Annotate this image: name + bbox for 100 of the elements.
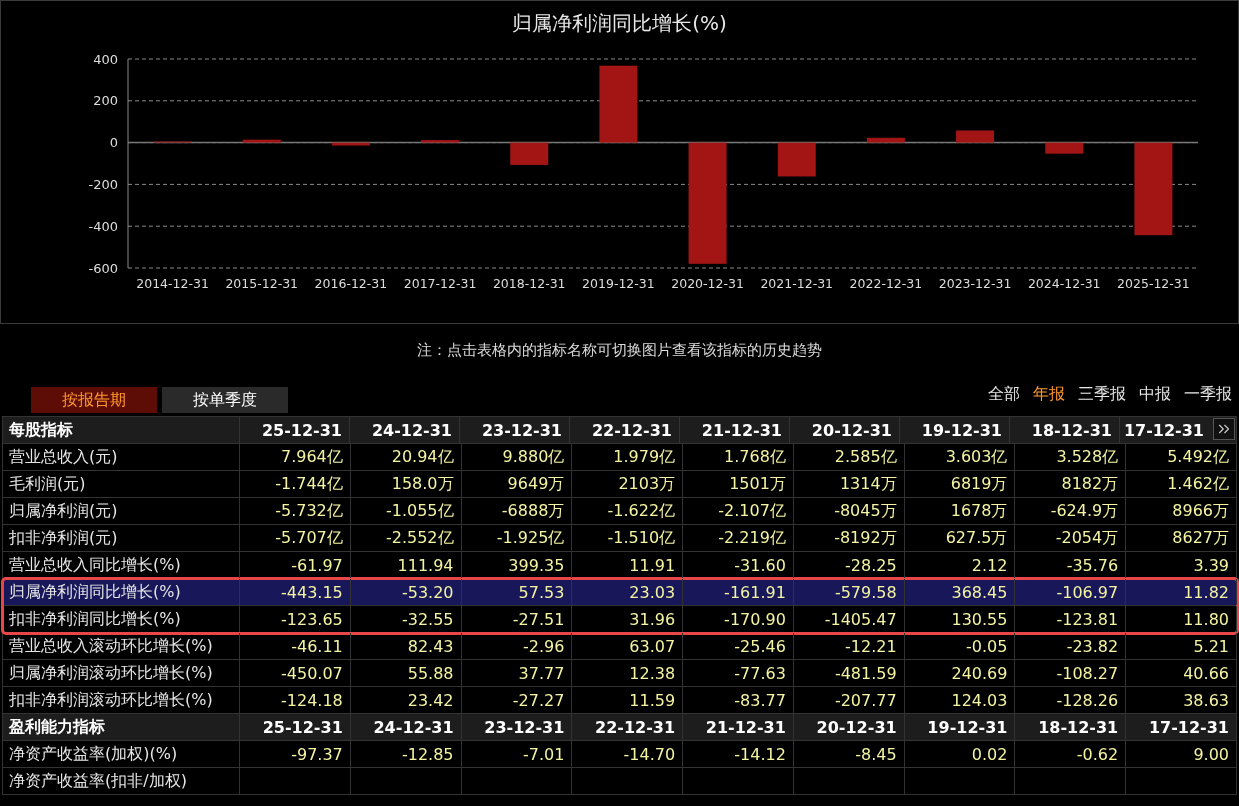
- column-header: 24-12-31: [350, 714, 462, 740]
- table-cell: -108.27: [1015, 660, 1127, 686]
- table-cell: -124.18: [240, 687, 351, 713]
- indicator-name[interactable]: 归属净利润同比增长(%): [3, 579, 240, 605]
- indicator-name[interactable]: 营业总收入同比增长(%): [3, 552, 240, 578]
- column-header: 21-12-31: [683, 714, 794, 740]
- table-cell: 1.768亿: [683, 444, 794, 470]
- table-row[interactable]: 扣非净利润(元) -5.707亿 -2.552亿 -1.925亿 -1.510亿 -2.219亿 -8192万 627.5万 -2054万 8627万: [3, 525, 1237, 552]
- table-cell: -0.05: [904, 633, 1016, 659]
- table-cell: -14.12: [683, 741, 794, 767]
- report-filter-link[interactable]: 年报: [1033, 384, 1065, 404]
- table-cell: 11.82: [1126, 579, 1237, 605]
- section-title: 盈利能力指标: [3, 714, 240, 740]
- report-filter-link[interactable]: 中报: [1139, 384, 1171, 404]
- table-cell: 11.80: [1126, 606, 1237, 632]
- bar: [777, 142, 816, 177]
- axis-category-label: 2022-12-31: [849, 276, 923, 291]
- table-cell: 55.88: [350, 660, 462, 686]
- indicator-name[interactable]: 营业总收入滚动环比增长(%): [3, 633, 240, 659]
- indicator-name[interactable]: 扣非净利润滚动环比增长(%): [3, 687, 240, 713]
- table-cell: 11.59: [572, 687, 684, 713]
- table-cell: -1.744亿: [240, 471, 351, 497]
- table-cell: -450.07: [240, 660, 351, 686]
- indicator-name[interactable]: 净资产收益率(扣非/加权): [3, 768, 240, 794]
- table-cell: -624.9万: [1015, 498, 1127, 524]
- axis-category-label: 2017-12-31: [403, 276, 477, 291]
- indicator-name[interactable]: 营业总收入(元): [3, 444, 240, 470]
- table-row[interactable]: 归属净利润滚动环比增长(%) -450.07 55.88 37.77 12.38 -77.63 -481.59 240.69 -108.27 40.66: [3, 660, 1237, 687]
- table-cell: 1.979亿: [572, 444, 684, 470]
- table-row[interactable]: 毛利润(元) -1.744亿 158.0万 9649万 2103万 1501万 1314万 6819万 8182万 1.462亿: [3, 471, 1237, 498]
- column-header: 20-12-31: [789, 417, 900, 443]
- axis-category-label: 2025-12-31: [1117, 276, 1190, 291]
- table-cell: -0.62: [1015, 741, 1127, 767]
- report-filter-link[interactable]: 三季报: [1078, 384, 1126, 404]
- indicator-name[interactable]: 扣非净利润同比增长(%): [3, 606, 240, 632]
- report-filter-link[interactable]: 全部: [988, 384, 1020, 404]
- indicator-name[interactable]: 净资产收益率(加权)(%): [3, 741, 240, 767]
- table-cell: -12.21: [793, 633, 905, 659]
- table-cell: -170.90: [683, 606, 794, 632]
- table-cell: 57.53: [461, 579, 573, 605]
- table-cell: 2.585亿: [793, 444, 905, 470]
- table-cell: -207.77: [793, 687, 905, 713]
- table-cell: 1501万: [683, 471, 794, 497]
- table-cell: -7.01: [461, 741, 573, 767]
- table-cell: -106.97: [1015, 579, 1127, 605]
- bar: [510, 142, 549, 165]
- table-cell: -61.97: [240, 552, 351, 578]
- table-row[interactable]: 归属净利润(元) -5.732亿 -1.055亿 -6888万 -1.622亿 -2.107亿 -8045万 1678万 -624.9万 8966万: [3, 498, 1237, 525]
- axis-tick-label: -200: [88, 176, 118, 192]
- table-row[interactable]: 营业总收入(元) 7.964亿 20.94亿 9.880亿 1.979亿 1.768亿 2.585亿 3.603亿 3.528亿 5.492亿: [3, 444, 1237, 471]
- table-cell: 124.03: [904, 687, 1016, 713]
- column-header: 23-12-31: [459, 417, 570, 443]
- table-cell: -35.76: [1015, 552, 1127, 578]
- indicator-name[interactable]: 毛利润(元): [3, 471, 240, 497]
- table-cell: -5.707亿: [240, 525, 351, 551]
- axis-category-label: 2020-12-31: [671, 276, 744, 291]
- axis-tick-label: 400: [93, 51, 118, 67]
- column-header: 24-12-31: [350, 417, 460, 443]
- section-title: 每股指标: [3, 417, 240, 443]
- table-row[interactable]: 净资产收益率(扣非/加权): [3, 768, 1237, 795]
- column-header: 18-12-31: [1009, 417, 1120, 443]
- table-row[interactable]: 扣非净利润滚动环比增长(%) -124.18 23.42 -27.27 11.59 -83.77 -207.77 124.03 -128.26 38.63: [3, 687, 1237, 714]
- table-cell: -12.85: [350, 741, 462, 767]
- report-filter-link[interactable]: 一季报: [1184, 384, 1232, 404]
- table-cell: -32.55: [350, 606, 462, 632]
- table-cell: 111.94: [350, 552, 462, 578]
- indicator-name[interactable]: 归属净利润滚动环比增长(%): [3, 660, 240, 686]
- table-cell: 1678万: [904, 498, 1016, 524]
- table-cell: -161.91: [683, 579, 794, 605]
- table-cell: 3.603亿: [904, 444, 1016, 470]
- bar: [421, 140, 460, 143]
- table-row[interactable]: 营业总收入滚动环比增长(%) -46.11 82.43 -2.96 63.07 -25.46 -12.21 -0.05 -23.82 5.21: [3, 633, 1237, 660]
- table-cell: -579.58: [793, 579, 905, 605]
- scroll-right-button[interactable]: [1213, 418, 1235, 440]
- table-cell: 31.96: [572, 606, 684, 632]
- indicator-name[interactable]: 归属净利润(元): [3, 498, 240, 524]
- table-cell: -31.60: [683, 552, 794, 578]
- period-tab[interactable]: 按报告期: [31, 387, 157, 413]
- axis-category-label: 2023-12-31: [938, 276, 1012, 291]
- table-cell: -97.37: [240, 741, 351, 767]
- column-header: 17-12-31: [1126, 714, 1237, 740]
- table-cell: 368.45: [904, 579, 1016, 605]
- table-cell: -1.510亿: [572, 525, 684, 551]
- column-header: 22-12-31: [569, 417, 680, 443]
- table-row[interactable]: 归属净利润同比增长(%) -443.15 -53.20 57.53 23.03 -161.91 -579.58 368.45 -106.97 11.82: [3, 579, 1237, 606]
- table-cell: 37.77: [461, 660, 573, 686]
- table-cell: -1.055亿: [350, 498, 462, 524]
- indicator-name[interactable]: 扣非净利润(元): [3, 525, 240, 551]
- table-cell: 63.07: [572, 633, 684, 659]
- table-row[interactable]: 净资产收益率(加权)(%) -97.37 -12.85 -7.01 -14.70 -14.12 -8.45 0.02 -0.62 9.00: [3, 741, 1237, 768]
- period-tab[interactable]: 按单季度: [162, 387, 288, 413]
- table-cell: 11.91: [572, 552, 684, 578]
- chart-title: 归属净利润同比增长(%): [512, 10, 727, 37]
- column-header: 19-12-31: [904, 714, 1016, 740]
- axis-category-label: 2021-12-31: [760, 276, 834, 291]
- bar: [242, 139, 281, 143]
- table-cell: -5.732亿: [240, 498, 351, 524]
- table-cell: -123.65: [240, 606, 351, 632]
- table-cell: -46.11: [240, 633, 351, 659]
- column-header: 23-12-31: [461, 714, 573, 740]
